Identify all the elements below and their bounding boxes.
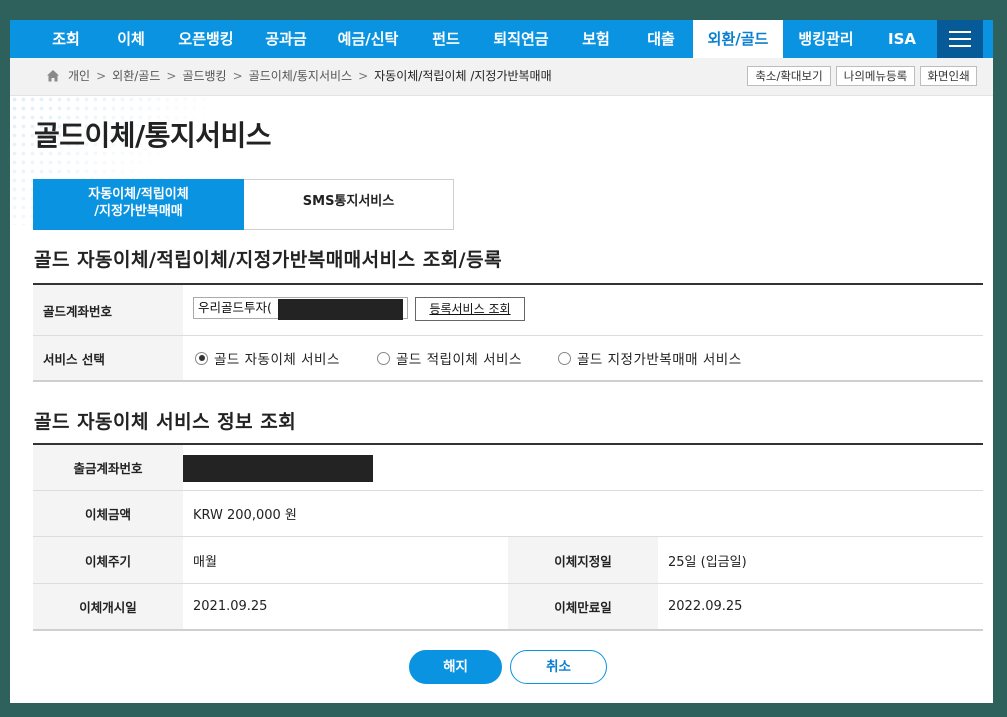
service-select-label: 서비스 선택 [33,336,183,380]
nav-item-isa[interactable]: ISA [876,20,928,58]
breadcrumb-item-fx-gold[interactable]: 외환/골드 [112,69,160,83]
breadcrumb-item-personal[interactable]: 개인 [68,69,90,83]
nav-item-fx-gold[interactable]: 외환/골드 [693,20,783,58]
table-row: 이체금액 KRW 200,000 원 [33,491,983,537]
cancel-button[interactable]: 취소 [510,650,607,684]
nav-item-banking-management[interactable]: 뱅킹관리 [792,20,860,58]
hamburger-icon[interactable] [937,20,983,58]
section-title-registration: 골드 자동이체/적립이체/지정가반복매매서비스 조회/등록 [34,249,503,271]
breadcrumb-separator: > [166,69,177,83]
nav-item-deposit-trust[interactable]: 예금/신탁 [328,20,408,58]
end-date-value: 2022.09.25 [668,599,743,614]
amount-value: KRW 200,000 원 [193,508,297,523]
breadcrumb-bar: 개인 > 외환/골드 > 골드뱅킹 > 골드이체/통지서비스 > 자동이체/적립이체 /지정가반… [10,58,993,96]
table-row: 서비스 선택 골드 자동이체 서비스 골드 적립이체 서비스 골드 지정가반복매… [33,336,983,382]
radio-selected-icon [195,351,208,365]
end-date-label: 이체만료일 [508,584,658,629]
radio-accumulate-transfer-label: 골드 적립이체 서비스 [396,352,522,368]
nav-item-pension[interactable]: 퇴직연금 [484,20,558,58]
breadcrumb-separator: > [232,69,243,83]
start-date-value: 2021.09.25 [193,599,268,614]
withdraw-account-label: 출금계좌번호 [33,445,183,490]
tab-auto-transfer-line1: 자동이체/적립이체 [88,187,189,202]
nav-item-loan[interactable]: 대출 [634,20,688,58]
table-row: 이체개시일 2021.09.25 이체만료일 2022.09.25 [33,584,983,631]
page-title: 골드이체/통지서비스 [34,119,272,152]
terminate-button[interactable]: 해지 [409,650,502,684]
nav-item-transfer[interactable]: 이체 [102,20,160,58]
tab-sms-notification[interactable]: SMS통지서비스 [244,179,454,230]
amount-label: 이체금액 [33,491,183,536]
redacted-withdraw-account [183,455,373,482]
add-my-menu-button[interactable]: 나의메뉴등록 [836,66,915,86]
cycle-value: 매월 [193,554,217,570]
nav-item-fund[interactable]: 펀드 [418,20,474,58]
gold-account-label: 골드계좌번호 [33,285,183,335]
query-registered-service-button[interactable]: 등록서비스 조회 [415,297,525,321]
top-navigation: 조회 이체 오픈뱅킹 공과금 예금/신탁 펀드 퇴직연금 보험 대출 외환/골드… [10,20,993,58]
designated-day-value: 25일 (입금일) [668,554,747,570]
nav-item-insurance[interactable]: 보험 [568,20,624,58]
page-frame: 조회 이체 오픈뱅킹 공과금 예금/신탁 펀드 퇴직연금 보험 대출 외환/골드… [10,20,993,703]
radio-accumulate-transfer[interactable]: 골드 적립이체 서비스 [377,336,522,380]
breadcrumb-item-gold-banking[interactable]: 골드뱅킹 [182,69,226,83]
redacted-account-number [278,299,403,320]
home-icon[interactable] [46,69,60,83]
breadcrumb-item-current: 자동이체/적립이체 /지정가반복매매 [374,69,552,83]
registration-table: 골드계좌번호 우리골드투자( 등록서비스 조회 서비스 선택 골드 자동이체 서… [33,283,983,382]
radio-auto-transfer[interactable]: 골드 자동이체 서비스 [195,336,340,380]
gold-account-value: 우리골드투자( [198,300,272,315]
table-row: 골드계좌번호 우리골드투자( 등록서비스 조회 [33,285,983,336]
info-table: 출금계좌번호 이체금액 KRW 200,000 원 이체주기 매월 이체지정일 … [33,443,983,631]
radio-limit-price-trading[interactable]: 골드 지정가반복매매 서비스 [558,336,742,380]
start-date-label: 이체개시일 [33,584,183,629]
tab-auto-transfer[interactable]: 자동이체/적립이체 /지정가반복매매 [33,179,244,230]
nav-item-utilities[interactable]: 공과금 [254,20,318,58]
query-registered-service-label: 등록서비스 조회 [429,302,511,316]
table-row: 이체주기 매월 이체지정일 25일 (입금일) [33,537,983,584]
cycle-label: 이체주기 [33,537,183,583]
designated-day-label: 이체지정일 [508,537,658,583]
radio-unselected-icon [377,351,390,365]
table-row: 출금계좌번호 [33,445,983,491]
nav-item-open-banking[interactable]: 오픈뱅킹 [170,20,242,58]
breadcrumb-separator: > [96,69,107,83]
radio-auto-transfer-label: 골드 자동이체 서비스 [214,352,340,368]
breadcrumb: 개인 > 외환/골드 > 골드뱅킹 > 골드이체/통지서비스 > 자동이체/적립이체 /지정가반… [68,58,552,95]
radio-unselected-icon [558,351,571,365]
tab-auto-transfer-line2: /지정가반복매매 [94,204,183,219]
nav-item-inquiry[interactable]: 조회 [38,20,94,58]
section-title-info: 골드 자동이체 서비스 정보 조회 [34,411,297,433]
breadcrumb-item-gold-transfer[interactable]: 골드이체/통지서비스 [249,69,352,83]
breadcrumb-separator: > [358,69,369,83]
print-screen-button[interactable]: 화면인쇄 [920,66,977,86]
zoom-view-button[interactable]: 축소/확대보기 [747,66,831,86]
radio-limit-price-trading-label: 골드 지정가반복매매 서비스 [577,352,742,368]
